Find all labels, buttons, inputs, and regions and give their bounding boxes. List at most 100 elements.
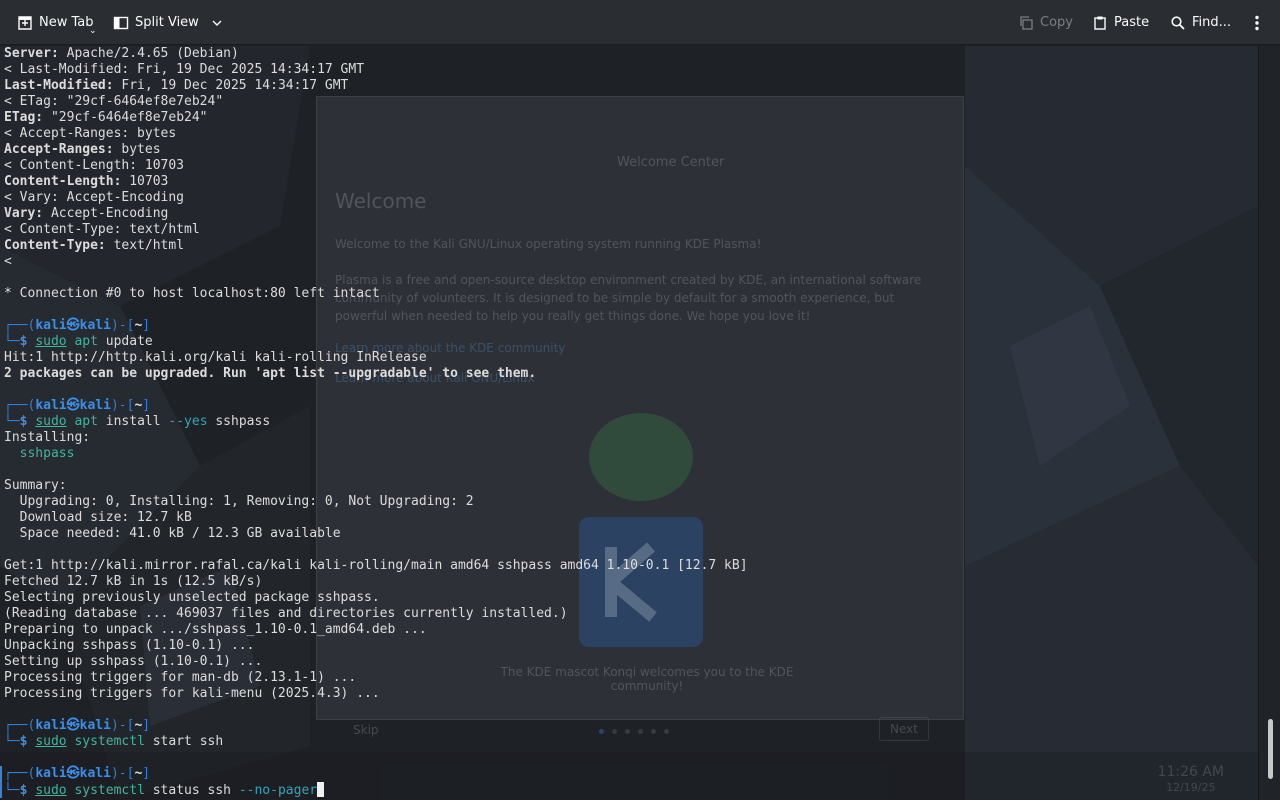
command-token: start ssh (144, 734, 224, 749)
prompt-frame: ┌──( (4, 318, 36, 333)
prompt-frame: └─ (4, 734, 20, 749)
http-header-line: < ETag: "29cf-6464ef8e7eb24" (4, 94, 748, 110)
copy-button[interactable]: Copy (1018, 8, 1073, 37)
terminal-lines: Server: Apache/2.4.65 (Debian) < Last-Mod… (4, 46, 748, 798)
header-key: ETag: (4, 110, 44, 125)
header-value: "29cf-6464ef8e7eb24" (43, 110, 208, 125)
http-header-line: Content-Type: text/html (4, 238, 748, 254)
output-line: Processing triggers for man-db (2.13.1-1… (4, 670, 748, 686)
http-header-line: < Last-Modified: Fri, 19 Dec 2025 14:34:… (4, 62, 748, 78)
chevron-down-icon[interactable] (211, 17, 223, 29)
output-text: Summary: (4, 478, 67, 493)
output-text: Preparing to unpack .../sshpass_1.10-0.1… (4, 622, 427, 637)
prompt-host: kali (79, 398, 111, 413)
output-line: Hit:1 http://http.kali.org/kali kali-rol… (4, 350, 748, 366)
split-view-label: Split View (135, 15, 199, 30)
command-token: sudo (35, 414, 67, 429)
prompt-frame: )-[ (110, 718, 135, 733)
prompt-frame: ] (142, 718, 151, 733)
output-text: Processing triggers for kali-menu (2025.… (4, 686, 380, 701)
output-text: < Vary: Accept-Encoding (4, 190, 185, 205)
new-tab-button[interactable]: New Tab (17, 8, 94, 37)
output-line: Get:1 http://kali.mirror.rafal.ca/kali k… (4, 558, 748, 574)
header-key: Server: (4, 46, 59, 61)
http-header-line: Content-Length: 10703 (4, 174, 748, 190)
prompt-frame: └─ (4, 334, 20, 349)
command-token: --yes (168, 414, 208, 429)
output-text: sshpass (4, 446, 75, 461)
hamburger-menu-button[interactable] (1249, 8, 1265, 37)
terminal-view[interactable]: Server: Apache/2.4.65 (Debian) < Last-Mod… (0, 46, 1258, 800)
split-view-icon (113, 16, 129, 29)
output-text: < Content-Type: text/html (4, 222, 200, 237)
prompt-at-icon: ㉿ (66, 766, 80, 781)
command-token: sudo (35, 334, 67, 349)
header-key: Content-Type: (4, 238, 106, 253)
command-line: └─$ sudo apt update (4, 334, 748, 350)
output-line: Processing triggers for kali-menu (2025.… (4, 686, 748, 702)
header-value: Fri, 19 Dec 2025 14:34:17 GMT (113, 78, 349, 93)
new-tab-dropdown-icon[interactable]: ⌄ (89, 26, 97, 36)
header-key: Last-Modified: (4, 78, 114, 93)
terminal-cursor (317, 782, 325, 797)
http-header-line: Last-Modified: Fri, 19 Dec 2025 14:34:17… (4, 78, 748, 94)
output-line: Setting up sshpass (1.10-0.1) ... (4, 654, 748, 670)
prompt-at-icon: ㉿ (66, 398, 80, 413)
active-prompt-marker (0, 766, 2, 798)
prompt-frame: └─ (4, 783, 20, 798)
http-header-line: < Content-Type: text/html (4, 222, 748, 238)
paste-button[interactable]: Paste (1092, 8, 1149, 37)
konsole-window: New Tab ⌄ Split View Copy Paste Find... … (0, 0, 1280, 800)
scrollbar-thumb[interactable] (1268, 718, 1273, 780)
http-header-line (4, 270, 748, 286)
prompt-frame: )-[ (110, 318, 135, 333)
output-line: (Reading database ... 469037 files and d… (4, 606, 748, 622)
prompt-frame: └─ (4, 414, 20, 429)
header-value: Accept-Encoding (43, 206, 169, 221)
prompt-user: kali (35, 718, 67, 733)
find-label: Find... (1192, 15, 1232, 30)
output-line: Space needed: 41.0 kB / 12.3 GB availabl… (4, 526, 748, 542)
header-key: Accept-Ranges: (4, 142, 114, 157)
output-text: Installing: (4, 430, 91, 445)
http-header-line: * Connection #0 to host localhost:80 lef… (4, 286, 748, 302)
output-line: Preparing to unpack .../sshpass_1.10-0.1… (4, 622, 748, 638)
output-line: Selecting previously unselected package … (4, 590, 748, 606)
prompt-line: ┌──(kali㉿kali)-[~] (4, 398, 748, 414)
header-value: 10703 (121, 174, 169, 189)
prompt-frame: )-[ (110, 398, 135, 413)
output-line: Unpacking sshpass (1.10-0.1) ... (4, 638, 748, 654)
http-header-line: ETag: "29cf-6464ef8e7eb24" (4, 110, 748, 126)
prompt-frame: ┌──( (4, 766, 36, 781)
prompt-user: kali (35, 318, 67, 333)
split-view-button[interactable]: Split View (113, 8, 223, 37)
header-key: Vary: (4, 206, 44, 221)
output-text: Selecting previously unselected package … (4, 590, 380, 605)
command-token: systemctl (74, 734, 145, 749)
output-text: Space needed: 41.0 kB / 12.3 GB availabl… (4, 526, 341, 541)
http-header-line: < Vary: Accept-Encoding (4, 190, 748, 206)
output-text: Processing triggers for man-db (2.13.1-1… (4, 670, 357, 685)
new-tab-icon (18, 15, 32, 30)
output-line: Upgrading: 0, Installing: 1, Removing: 0… (4, 494, 748, 510)
prompt-frame: ] (142, 398, 151, 413)
command-token: update (97, 334, 153, 349)
prompt-frame: ┌──( (4, 398, 36, 413)
header-value: Apache/2.4.65 (Debian) (58, 46, 239, 61)
http-header-line: < Content-Length: 10703 (4, 158, 748, 174)
command-line: └─$ sudo apt install --yes sshpass (4, 414, 748, 430)
prompt-at-icon: ㉿ (66, 318, 80, 333)
prompt-at-icon: ㉿ (66, 718, 80, 733)
terminal-scrollbar[interactable] (1258, 46, 1280, 800)
copy-label: Copy (1040, 15, 1073, 30)
new-tab-label: New Tab (39, 15, 94, 30)
output-text: Hit:1 http://http.kali.org/kali kali-rol… (4, 350, 427, 365)
prompt-frame: ] (142, 318, 151, 333)
output-text: < Content-Length: 10703 (4, 158, 185, 173)
find-button[interactable]: Find... (1170, 8, 1231, 37)
output-text: Unpacking sshpass (1.10-0.1) ... (4, 638, 255, 653)
paste-label: Paste (1114, 15, 1150, 30)
